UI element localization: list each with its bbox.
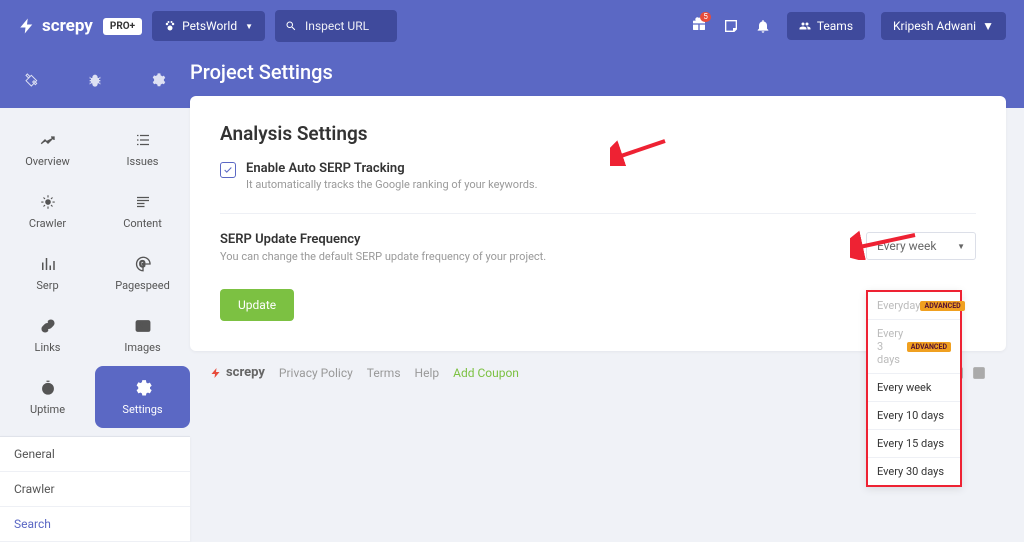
nav-overview[interactable]: Overview — [0, 118, 95, 180]
checkbox-label: Enable Auto SERP Tracking — [246, 161, 538, 176]
settings-submenu: General Crawler Search — [0, 436, 190, 542]
settings-card: Analysis Settings Enable Auto SERP Track… — [190, 96, 1006, 351]
footer-logo[interactable]: screpy — [210, 365, 265, 380]
lightning-icon — [18, 17, 36, 35]
check-icon — [223, 165, 233, 175]
checkbox-desc: It automatically tracks the Google ranki… — [246, 178, 538, 191]
chevron-down-icon: ▼ — [245, 22, 253, 31]
brand-logo[interactable]: screpy PRO+ — [18, 16, 142, 36]
dropdown-option: EverydayADVANCED — [868, 292, 960, 320]
chevron-down-icon: ▼ — [982, 19, 994, 33]
brand-name: screpy — [42, 16, 93, 36]
submenu-search[interactable]: Search — [0, 507, 190, 542]
nav-crawler[interactable]: Crawler — [0, 180, 95, 242]
nav-pagespeed[interactable]: GPagespeed — [95, 242, 190, 304]
search-wrap[interactable] — [275, 10, 397, 42]
nav-uptime[interactable]: Uptime — [0, 366, 95, 428]
linkedin-icon[interactable] — [972, 366, 986, 380]
lightning-icon — [210, 367, 222, 379]
dropdown-option[interactable]: Every 10 days — [868, 402, 960, 430]
nav-content[interactable]: Content — [95, 180, 190, 242]
topbar: screpy PRO+ PetsWorld ▼ 5 Teams Kripesh … — [0, 0, 1024, 52]
dropdown-option[interactable]: Every 30 days — [868, 458, 960, 485]
project-selector[interactable]: PetsWorld ▼ — [152, 11, 265, 41]
svg-text:G: G — [139, 260, 145, 270]
main: Analysis Settings Enable Auto SERP Track… — [190, 108, 1024, 542]
sidebar: Overview Issues Crawler Content Serp GPa… — [0, 108, 190, 542]
submenu-crawler[interactable]: Crawler — [0, 472, 190, 507]
dropdown-option[interactable]: Every week — [868, 374, 960, 402]
frequency-dropdown: EverydayADVANCEDEvery 3 daysADVANCEDEver… — [866, 290, 962, 487]
user-menu[interactable]: Kripesh Adwani ▼ — [881, 12, 1006, 40]
update-button[interactable]: Update — [220, 289, 294, 321]
satellite-icon[interactable] — [24, 72, 40, 88]
bell-icon[interactable] — [755, 18, 771, 34]
pro-badge: PRO+ — [103, 18, 142, 35]
gift-button[interactable]: 5 — [691, 16, 707, 36]
teams-icon — [799, 20, 811, 32]
nav-images[interactable]: Images — [95, 304, 190, 366]
note-icon[interactable] — [723, 18, 739, 34]
chevron-down-icon: ▼ — [957, 242, 965, 251]
footer-privacy[interactable]: Privacy Policy — [279, 366, 353, 380]
bug-icon[interactable] — [87, 72, 103, 88]
nav-links[interactable]: Links — [0, 304, 95, 366]
enable-serp-checkbox[interactable] — [220, 162, 236, 178]
freq-title: SERP Update Frequency — [220, 232, 826, 247]
gear-icon[interactable] — [150, 72, 166, 88]
checkbox-row: Enable Auto SERP Tracking It automatical… — [220, 161, 976, 191]
frequency-select[interactable]: Every week ▼ — [866, 232, 976, 260]
search-icon — [285, 20, 297, 32]
gift-badge: 5 — [700, 12, 711, 22]
footer-coupon[interactable]: Add Coupon — [453, 366, 519, 380]
teams-button[interactable]: Teams — [787, 12, 865, 40]
paw-icon — [164, 20, 176, 32]
nav-settings[interactable]: Settings — [95, 366, 190, 428]
freq-desc: You can change the default SERP update f… — [220, 250, 826, 263]
dropdown-option[interactable]: Every 15 days — [868, 430, 960, 458]
nav-issues[interactable]: Issues — [95, 118, 190, 180]
section-title: Analysis Settings — [220, 122, 976, 145]
nav-serp[interactable]: Serp — [0, 242, 95, 304]
search-input[interactable] — [297, 19, 387, 33]
top-icons: 5 Teams Kripesh Adwani ▼ — [691, 12, 1006, 40]
submenu-general[interactable]: General — [0, 437, 190, 472]
dropdown-option: Every 3 daysADVANCED — [868, 320, 960, 374]
footer-terms[interactable]: Terms — [367, 366, 401, 380]
footer-help[interactable]: Help — [415, 366, 440, 380]
